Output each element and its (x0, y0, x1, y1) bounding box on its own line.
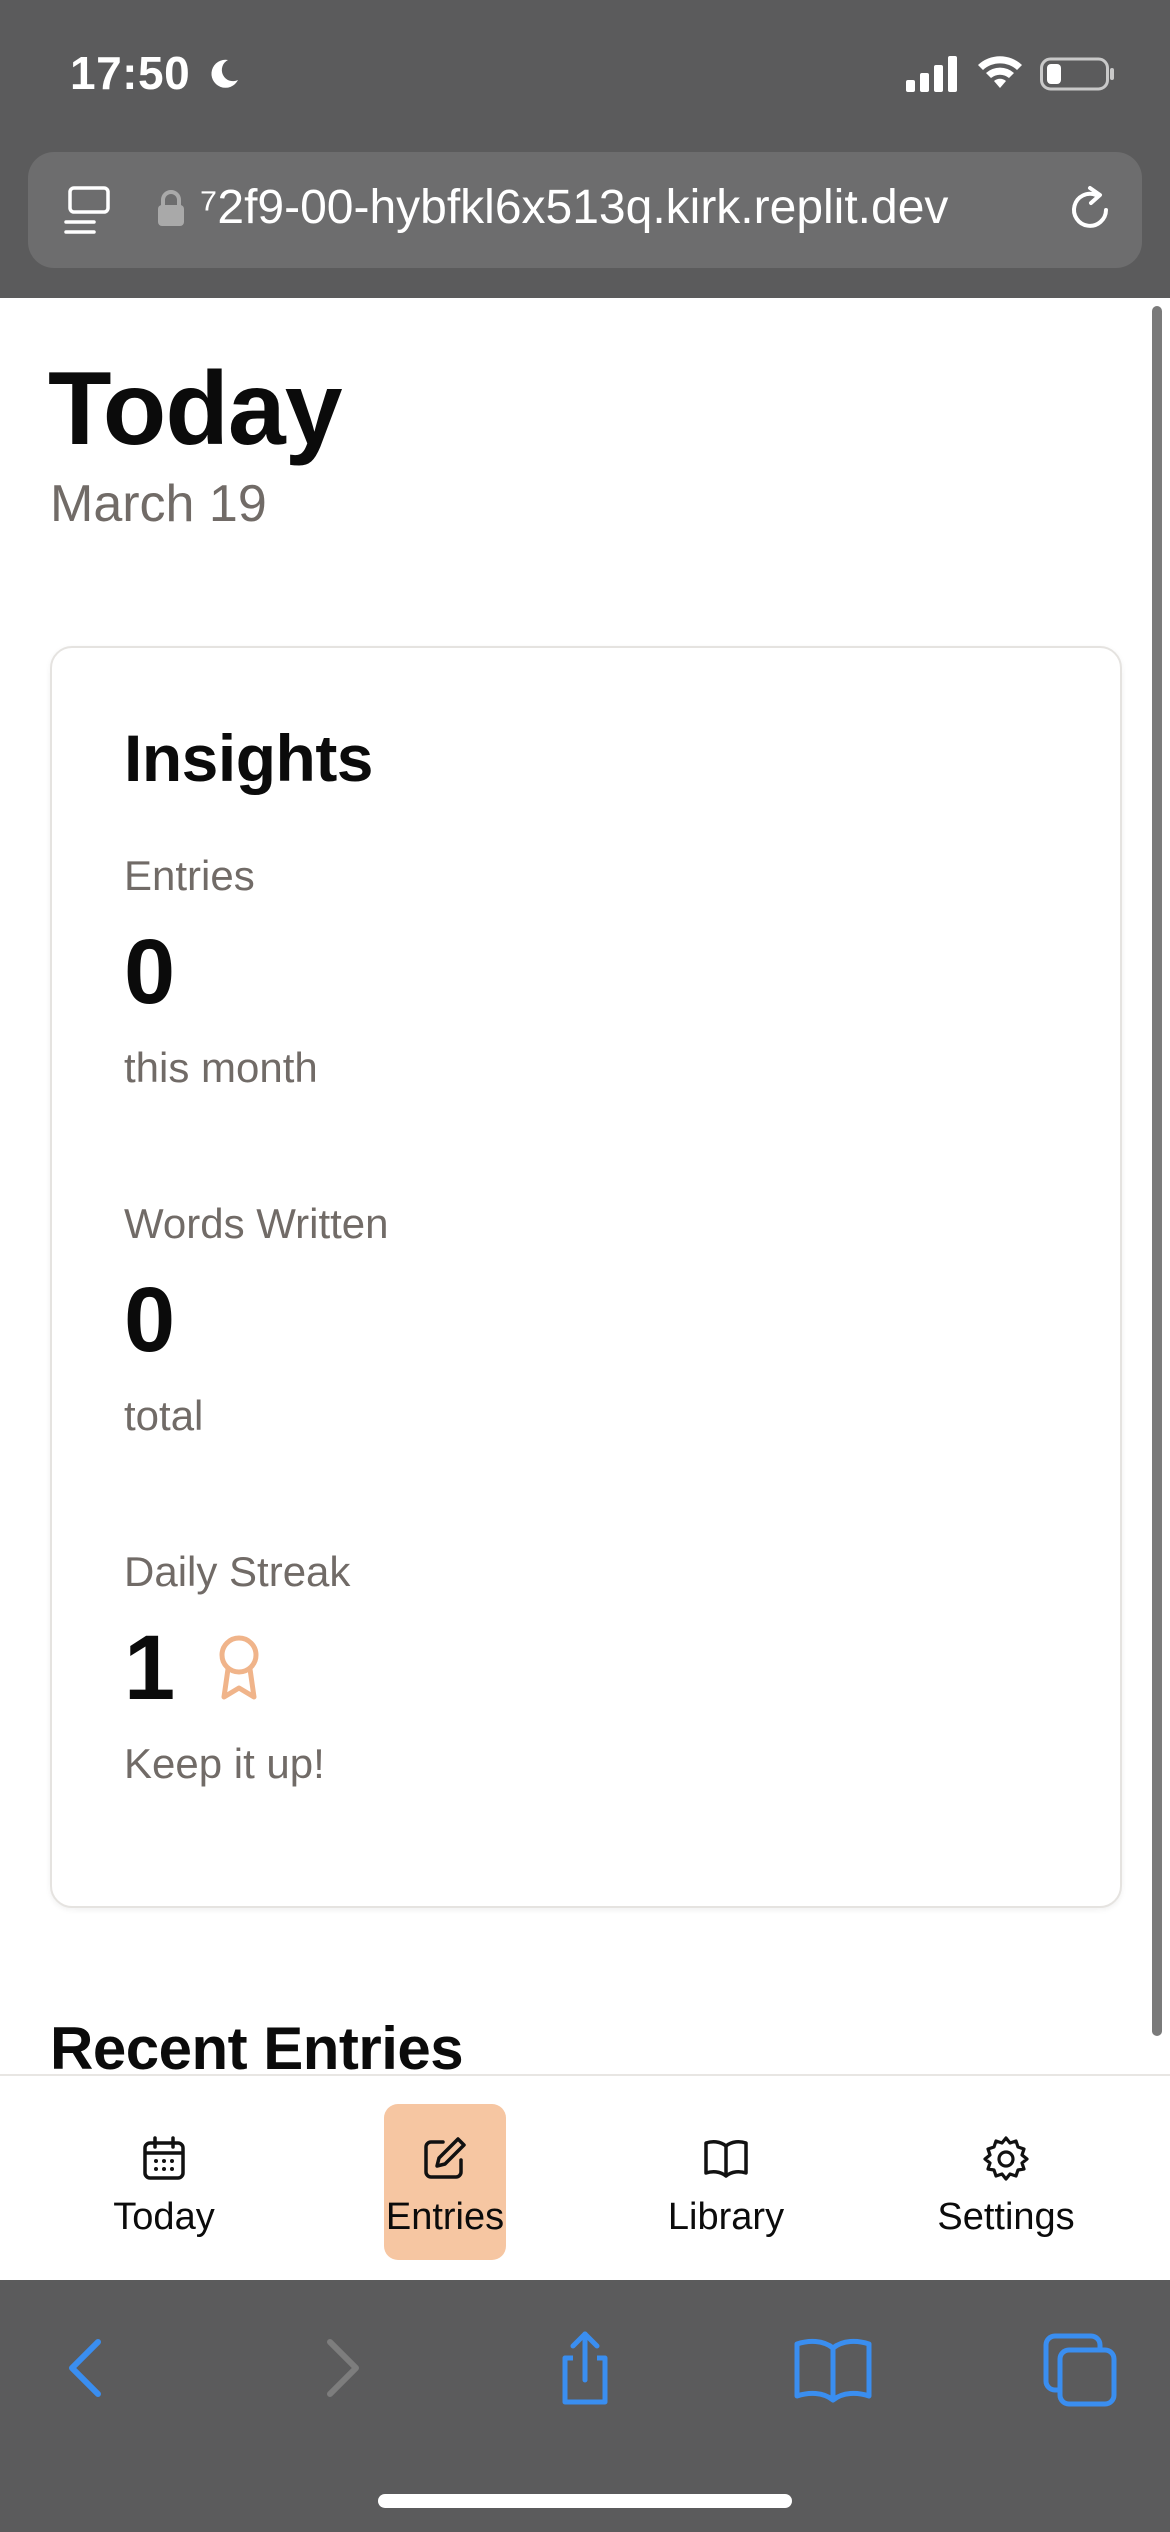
url-text[interactable]: ⁷2f9-00-hybfkl6x513q.kirk.replit.dev (200, 180, 1070, 235)
stat-caption: Keep it up! (124, 1740, 325, 1787)
page-date: March 19 (50, 475, 267, 533)
share-icon[interactable] (545, 2328, 625, 2408)
calendar-icon (143, 2136, 185, 2180)
forward-icon[interactable] (300, 2328, 380, 2408)
book-open-icon (704, 2140, 748, 2178)
nav-label: Entries (385, 2196, 505, 2238)
page-title: Today (48, 351, 343, 467)
cellular-signal-icon (906, 56, 957, 92)
stat-number: 1 (124, 1617, 176, 1719)
back-icon[interactable] (48, 2328, 128, 2408)
scrollbar[interactable] (1152, 306, 1162, 2036)
nav-item-entries[interactable]: Entries (384, 2104, 506, 2260)
nav-label: Settings (937, 2196, 1075, 2238)
recent-entries-heading: Recent Entries (50, 2015, 464, 2074)
moon-icon (211, 59, 238, 88)
status-time: 17:50 (70, 47, 191, 99)
nav-item-settings[interactable]: Settings (937, 2104, 1075, 2260)
stat-caption: total (124, 1392, 204, 1439)
stat-caption: this month (124, 1044, 318, 1091)
insights-title: Insights (124, 721, 374, 795)
stat-label: Daily Streak (124, 1548, 351, 1595)
nav-label: Today (113, 2196, 215, 2238)
battery-icon (1040, 57, 1114, 91)
stat-value: 0 (124, 1256, 1024, 1384)
browser-top-chrome: 17:50 ⁷2f9-00-hybfkl6x513q.kirk.replit.d… (0, 0, 1170, 298)
nav-item-library[interactable]: Library (666, 2104, 786, 2260)
gear-icon (983, 2136, 1029, 2181)
nav-item-today[interactable]: Today (104, 2104, 224, 2260)
stat-value: 0 (124, 908, 1024, 1036)
page-content: Today March 19 Insights Entries 0 this m… (0, 298, 1170, 2074)
bookmarks-icon[interactable] (793, 2328, 873, 2408)
insights-card: Insights Entries 0 this month Words Writ… (50, 646, 1122, 1908)
pencil-square-icon (424, 2137, 466, 2179)
stat-value: 1 (124, 1604, 1024, 1732)
nav-label: Library (667, 2196, 785, 2238)
stat-number: 0 (124, 921, 176, 1023)
stat-daily-streak: Daily Streak 1 Keep it up! (124, 1540, 1024, 1796)
address-bar[interactable]: ⁷2f9-00-hybfkl6x513q.kirk.replit.dev (28, 152, 1142, 268)
stat-label: Words Written (124, 1200, 389, 1247)
home-indicator[interactable] (378, 2494, 792, 2508)
browser-bottom-toolbar (0, 2280, 1170, 2532)
page-menu-icon[interactable] (64, 182, 114, 238)
tabs-icon[interactable] (1040, 2328, 1120, 2408)
stat-label: Entries (124, 852, 255, 899)
app-bottom-nav: Today Entries Library Settings (0, 2074, 1170, 2280)
stat-number: 0 (124, 1269, 176, 1371)
wifi-icon (978, 56, 1022, 88)
lock-icon (158, 190, 184, 226)
reload-icon[interactable] (1062, 182, 1118, 238)
stat-words-written: Words Written 0 total (124, 1192, 1024, 1448)
award-icon (219, 1635, 259, 1700)
stat-entries: Entries 0 this month (124, 844, 1024, 1100)
